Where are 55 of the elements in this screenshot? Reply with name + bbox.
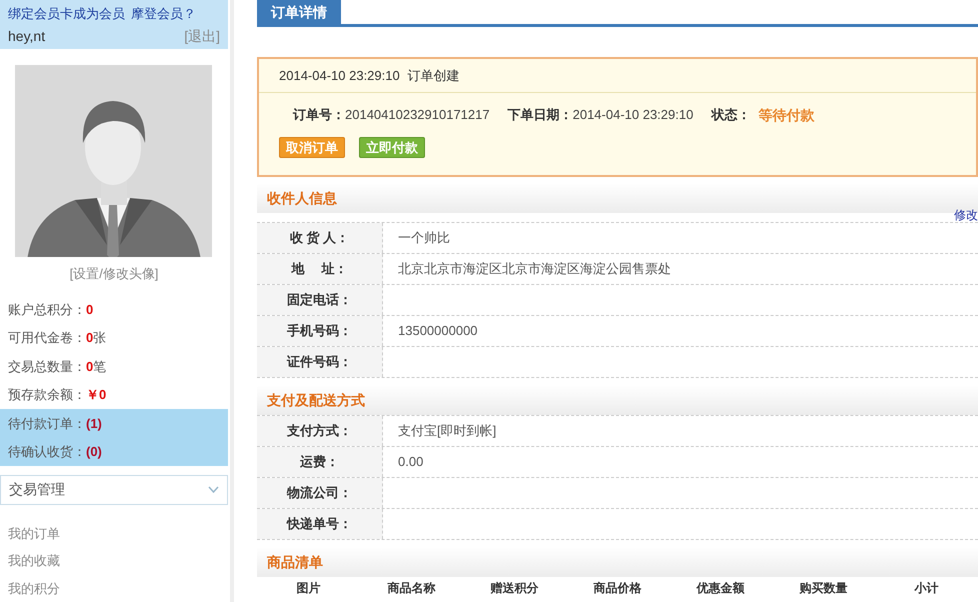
menu-item[interactable]: 我的积分 xyxy=(0,574,228,602)
menu-item[interactable]: 我的订单 xyxy=(0,520,228,547)
row-label: 运费： xyxy=(257,447,383,477)
tab[interactable]: 订单详情 xyxy=(257,0,341,24)
dropdown[interactable]: 交易管理 xyxy=(0,475,228,504)
field-value: 2014-04-10 23:29:10 xyxy=(572,106,694,124)
field-label: 状态： xyxy=(711,106,750,124)
stat-label: 交易总数量： xyxy=(8,358,86,376)
column-header: 赠送积分 xyxy=(490,581,540,595)
column-header: 优惠金额 xyxy=(695,581,746,595)
stat-value: 0 xyxy=(86,329,94,348)
row-label: 固定电话： xyxy=(257,285,383,315)
row-label: 地 址： xyxy=(257,254,383,284)
column-header: 商品价格 xyxy=(592,581,642,595)
row-label: 收 货 人： xyxy=(257,223,383,253)
row-label: 支付方式： xyxy=(257,416,383,446)
field-value: 等待付款 xyxy=(758,106,814,124)
created-time: 2014-04-10 23:29:10 xyxy=(279,66,400,85)
stat-label: 预存款余额： xyxy=(8,386,86,404)
stat-value: (1) xyxy=(86,414,102,433)
member-link[interactable]: 摩登会员？ xyxy=(131,4,196,24)
row-label: 快递单号： xyxy=(257,509,383,539)
column-header: 商品名称 xyxy=(386,581,436,595)
row-value: 北京北京市海淀区北京市海淀区海淀公园售票处 xyxy=(397,260,672,278)
created-label: 订单创建 xyxy=(408,66,460,85)
pay-button[interactable]: 立即付款 xyxy=(359,137,425,158)
row-value: 一个帅比 xyxy=(397,229,451,248)
column-header: 购买数量 xyxy=(798,581,848,595)
column-header: 小计 xyxy=(913,581,940,595)
row-value: 0.00 xyxy=(397,453,424,472)
logout-link[interactable]: [退出] xyxy=(184,26,220,46)
stat-value: ￥0 xyxy=(86,386,106,404)
row-value: 支付宝[即时到帐] xyxy=(397,422,498,440)
member-link[interactable]: 绑定会员卡成为会员 xyxy=(8,4,125,24)
stat-value: 0 xyxy=(86,300,94,319)
field-value: 20140410232910171217 xyxy=(345,106,490,124)
stat-label: 账户总积分： xyxy=(8,300,86,319)
stat-value: 0 xyxy=(86,358,94,376)
row-value: 13500000000 xyxy=(397,322,479,340)
stat-unit: 张 xyxy=(93,329,106,348)
field-label: 下单日期： xyxy=(508,106,573,124)
stat-label: 待确认收货： xyxy=(8,443,86,462)
username: hey,nt xyxy=(8,26,46,46)
row-label: 手机号码： xyxy=(257,316,383,346)
cancel-button[interactable]: 取消订单 xyxy=(279,137,345,158)
field-label: 订单号： xyxy=(293,106,345,124)
avatar-caption[interactable]: [设置/修改头像] xyxy=(0,264,228,284)
stat-label: 可用代金卷： xyxy=(8,329,86,348)
row-label: 证件号码： xyxy=(257,347,383,377)
row-label: 物流公司： xyxy=(257,478,383,508)
column-header: 图片 xyxy=(296,581,322,595)
menu-item[interactable]: 我的收藏 xyxy=(0,547,228,574)
stat-label: 待付款订单： xyxy=(8,414,86,433)
stat-value: (0) xyxy=(86,443,102,462)
stat-unit: 笔 xyxy=(93,358,106,376)
